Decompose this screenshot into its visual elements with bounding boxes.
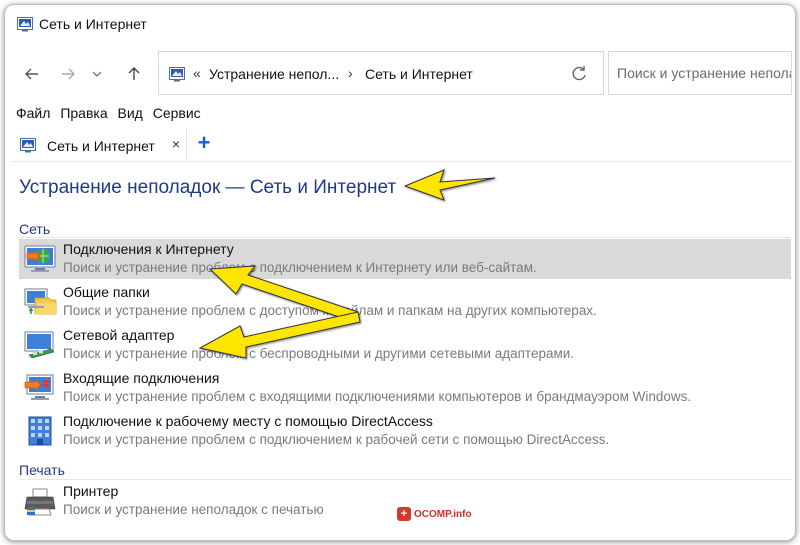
item-title: Входящие подключения xyxy=(63,370,220,386)
troubleshooter-internet-connections[interactable]: Подключения к Интернету Поиск и устранен… xyxy=(19,239,791,279)
control-panel-icon xyxy=(20,138,36,153)
back-button[interactable] xyxy=(21,63,43,85)
chevron-right-icon[interactable]: › xyxy=(348,65,353,81)
item-title: Общие папки xyxy=(63,284,150,300)
arrow-up-icon xyxy=(128,67,140,80)
item-title: Принтер xyxy=(63,483,119,499)
close-icon[interactable]: × xyxy=(172,136,180,152)
tab-network[interactable]: Сеть и Интернет × xyxy=(11,129,187,161)
watermark: + OCOMP.info xyxy=(397,507,472,521)
tab-label: Сеть и Интернет xyxy=(47,138,155,154)
troubleshooter-network-adapter[interactable]: Сетевой адаптер Поиск и устранение пробл… xyxy=(19,325,791,365)
item-description: Поиск и устранение неполадок с печатью xyxy=(63,502,324,517)
address-bar[interactable]: « Устранение непол... › Сеть и Интернет xyxy=(158,51,604,95)
menu-view[interactable]: Вид xyxy=(118,105,143,121)
directaccess-icon xyxy=(28,416,52,446)
item-title: Подключения к Интернету xyxy=(63,241,234,257)
up-button[interactable] xyxy=(123,63,145,85)
title-bar: Сеть и Интернет xyxy=(5,5,795,43)
item-description: Поиск и устранение проблем с входящими п… xyxy=(63,389,692,404)
shared-folders-icon xyxy=(24,288,57,315)
refresh-icon[interactable] xyxy=(569,64,589,84)
printer-icon xyxy=(24,488,56,516)
chevron-down-icon xyxy=(92,71,102,77)
menu-tools[interactable]: Сервис xyxy=(153,105,201,121)
item-description: Поиск и устранение проблем с беспроводны… xyxy=(63,346,575,361)
internet-connection-icon xyxy=(24,245,56,272)
item-description: Поиск и устранение проблем с подключение… xyxy=(63,260,537,275)
divider xyxy=(19,237,791,238)
recent-locations-button[interactable] xyxy=(89,63,105,85)
forward-button[interactable] xyxy=(57,63,79,85)
menu-edit[interactable]: Правка xyxy=(60,105,107,121)
address-segment-network[interactable]: Сеть и Интернет xyxy=(365,66,473,82)
menu-file[interactable]: Файл xyxy=(16,105,50,121)
window: Сеть и Интернет « Устранение непол... › … xyxy=(4,4,796,541)
plus-badge-icon: + xyxy=(397,507,411,521)
arrow-right-icon xyxy=(62,68,75,80)
troubleshooter-directaccess[interactable]: Подключение к рабочему месту с помощью D… xyxy=(19,411,791,451)
control-panel-icon xyxy=(17,17,33,32)
address-segment-troubleshooting[interactable]: Устранение непол... xyxy=(209,66,339,82)
item-title: Подключение к рабочему месту с помощью D… xyxy=(63,413,433,429)
troubleshooter-shared-folders[interactable]: Общие папки Поиск и устранение проблем с… xyxy=(19,282,791,322)
page-title: Устранение неполадок — Сеть и Интернет xyxy=(19,177,397,198)
window-title: Сеть и Интернет xyxy=(39,16,147,32)
menu-bar: Файл Правка Вид Сервис xyxy=(16,105,207,121)
search-input[interactable]: Поиск и устранение неполадок xyxy=(608,51,792,95)
section-heading-network: Сеть xyxy=(19,221,51,237)
incoming-connections-icon xyxy=(24,374,54,400)
control-panel-icon xyxy=(169,67,185,82)
divider xyxy=(11,161,791,162)
item-title: Сетевой адаптер xyxy=(63,327,175,343)
add-tab-button[interactable]: + xyxy=(193,132,215,154)
divider xyxy=(19,479,791,480)
watermark-text: OCOMP.info xyxy=(414,508,472,520)
address-overflow[interactable]: « xyxy=(193,65,201,81)
section-heading-printing: Печать xyxy=(19,462,65,478)
network-adapter-icon xyxy=(24,331,55,359)
item-description: Поиск и устранение проблем с подключение… xyxy=(63,432,610,447)
item-description: Поиск и устранение проблем с доступом к … xyxy=(63,303,597,318)
troubleshooter-incoming-connections[interactable]: Входящие подключения Поиск и устранение … xyxy=(19,368,791,408)
arrow-left-icon xyxy=(25,68,38,80)
